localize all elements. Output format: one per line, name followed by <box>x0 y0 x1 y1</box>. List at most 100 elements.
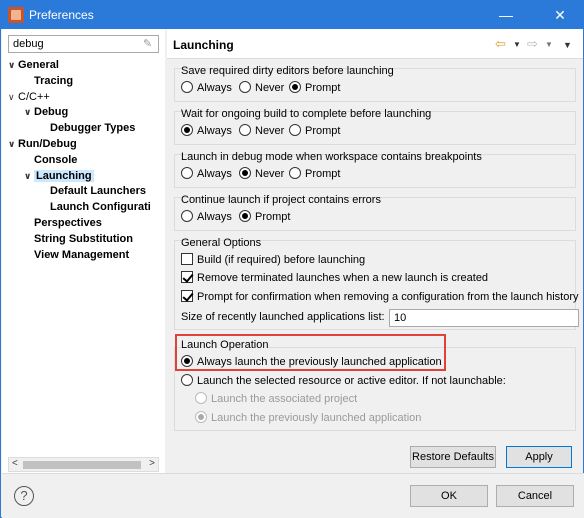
continue-errors-always-radio[interactable]: Always <box>181 210 232 224</box>
scroll-left-arrow-icon[interactable]: < <box>12 458 18 469</box>
tree-item-label: Run/Debug <box>18 138 77 150</box>
expand-chevron-icon[interactable]: ∨ <box>8 89 18 105</box>
history-size-label: Size of recently launched applications l… <box>181 311 385 323</box>
launch-project-radio: Launch the associated project <box>195 392 357 406</box>
scroll-right-arrow-icon[interactable]: > <box>149 458 155 469</box>
tree-item-label: Default Launchers <box>50 185 146 198</box>
cancel-button[interactable]: Cancel <box>496 485 574 507</box>
radio-label: Never <box>255 82 285 94</box>
page-title: Launching <box>173 38 234 52</box>
expand-chevron-icon[interactable]: ∨ <box>8 136 18 152</box>
launch-previous-radio: Launch the previously launched applicati… <box>195 411 421 425</box>
save-dirty-always-radio[interactable]: Always <box>181 81 232 95</box>
always-previous-radio[interactable]: Always launch the previously launched ap… <box>181 355 442 369</box>
tree-item-label: Launch Configurati <box>50 201 151 214</box>
radio-button[interactable] <box>181 124 193 136</box>
remove-terminated-check-box[interactable] <box>181 271 193 283</box>
build-before-checkbox[interactable]: Build (if required) before launching <box>181 253 365 267</box>
launch-selected-radio[interactable]: Launch the selected resource or active e… <box>181 374 506 388</box>
radio-button[interactable] <box>239 124 251 136</box>
tree-item-launch-configurati[interactable]: Launch Configurati <box>40 199 151 215</box>
horizontal-scrollbar[interactable]: < > <box>8 457 159 472</box>
history-size-input[interactable]: 10 <box>389 309 579 327</box>
filter-input-value: debug <box>13 38 44 50</box>
prompt-remove-label: Prompt for confirmation when removing a … <box>197 291 579 303</box>
tree-item-console[interactable]: Console <box>24 152 77 168</box>
radio-button[interactable] <box>181 81 193 93</box>
wait-build-always-radio[interactable]: Always <box>181 124 232 138</box>
radio-button[interactable] <box>289 167 301 179</box>
tree-item-c-c-[interactable]: ∨ C/C++ <box>8 89 50 105</box>
tree-item-label: String Substitution <box>34 232 133 245</box>
tree-item-view-management[interactable]: View Management <box>24 247 129 263</box>
radio-label: Prompt <box>255 211 291 223</box>
tree-item-run-debug[interactable]: ∨ Run/Debug <box>8 136 77 152</box>
expand-chevron-icon[interactable]: ∨ <box>8 57 18 73</box>
back-arrow-icon[interactable]: ⇦ <box>495 36 506 52</box>
prompt-remove-check-box[interactable] <box>181 290 193 302</box>
radio-label: Never <box>255 168 285 180</box>
tree-item-label: Tracing <box>34 74 74 87</box>
clear-filter-icon[interactable]: ✎ <box>143 37 155 51</box>
build-before-check-box[interactable] <box>181 253 193 265</box>
wait-build-label: Wait for ongoing build to complete befor… <box>181 108 432 120</box>
remove-terminated-label: Remove terminated launches when a new la… <box>197 272 489 284</box>
forward-dropdown-icon[interactable]: ▼ <box>545 40 553 49</box>
expand-chevron-icon[interactable]: ∨ <box>24 168 34 184</box>
tree-item-label: Console <box>34 153 78 166</box>
radio-button[interactable] <box>181 167 193 179</box>
tree-item-label: View Management <box>34 248 130 261</box>
view-menu-icon[interactable]: ▼ <box>563 40 572 50</box>
forward-arrow-icon[interactable]: ⇨ <box>527 36 538 52</box>
tree-item-debugger-types[interactable]: Debugger Types <box>40 120 135 136</box>
save-dirty-editors-label: Save required dirty editors before launc… <box>181 65 394 77</box>
radio-button[interactable] <box>289 81 301 93</box>
close-button[interactable]: ✕ <box>537 1 583 29</box>
radio-button[interactable] <box>239 210 251 222</box>
radio-button[interactable] <box>289 124 301 136</box>
apply-button[interactable]: Apply <box>506 446 572 468</box>
remove-terminated-checkbox[interactable]: Remove terminated launches when a new la… <box>181 271 488 285</box>
save-dirty-never-radio[interactable]: Never <box>239 81 284 95</box>
wait-build-never-radio[interactable]: Never <box>239 124 284 138</box>
prompt-remove-checkbox[interactable]: Prompt for confirmation when removing a … <box>181 290 579 304</box>
tree-item-label: Perspectives <box>34 217 102 229</box>
tree-item-perspectives[interactable]: Perspectives <box>24 215 102 231</box>
radio-label: Prompt <box>305 82 341 94</box>
continue-errors-prompt-radio[interactable]: Prompt <box>239 210 290 224</box>
wait-build-prompt-radio[interactable]: Prompt <box>289 124 340 138</box>
radio-button[interactable] <box>239 81 251 93</box>
minimize-button[interactable]: — <box>483 1 529 29</box>
save-dirty-prompt-radio[interactable]: Prompt <box>289 81 340 95</box>
tree-item-label: General <box>18 59 59 71</box>
continue-errors-label: Continue launch if project contains erro… <box>181 194 381 206</box>
back-dropdown-icon[interactable]: ▼ <box>513 40 521 49</box>
build-before-label: Build (if required) before launching <box>197 254 366 266</box>
radio-button[interactable] <box>239 167 251 179</box>
launch-project-radio-button <box>195 392 207 404</box>
always-previous-radio-button[interactable] <box>181 355 193 367</box>
ok-button[interactable]: OK <box>410 485 488 507</box>
tree-item-default-launchers[interactable]: Default Launchers <box>40 183 146 199</box>
tree-item-label: Debugger Types <box>50 122 136 135</box>
title-bar: Preferences — ✕ <box>1 1 583 29</box>
debug-mode-always-radio[interactable]: Always <box>181 167 232 181</box>
scroll-thumb[interactable] <box>23 461 141 469</box>
launch-selected-radio-button[interactable] <box>181 374 193 386</box>
filter-input[interactable]: debug ✎ <box>8 35 159 53</box>
tree-item-string-substitution[interactable]: String Substitution <box>24 231 133 247</box>
preference-tree-panel: debug ✎ ∨ General Tracing ∨ C/C++ ∨ Debug Debug… <box>2 29 165 473</box>
debug-mode-prompt-radio[interactable]: Prompt <box>289 167 340 181</box>
app-icon <box>8 7 24 23</box>
tree-item-launching[interactable]: ∨ Launching <box>24 168 94 184</box>
expand-chevron-icon[interactable]: ∨ <box>24 104 34 120</box>
help-icon[interactable]: ? <box>14 486 34 506</box>
tree-item-debug[interactable]: ∨ Debug <box>24 104 68 120</box>
tree-item-tracing[interactable]: Tracing <box>24 73 73 89</box>
always-previous-label: Always launch the previously launched ap… <box>197 356 442 368</box>
debug-mode-never-radio[interactable]: Never <box>239 167 284 181</box>
radio-button[interactable] <box>181 210 193 222</box>
tree-item-general[interactable]: ∨ General <box>8 57 59 73</box>
restore-defaults-button[interactable]: Restore Defaults <box>410 446 496 468</box>
general-options-label: General Options <box>181 237 262 249</box>
